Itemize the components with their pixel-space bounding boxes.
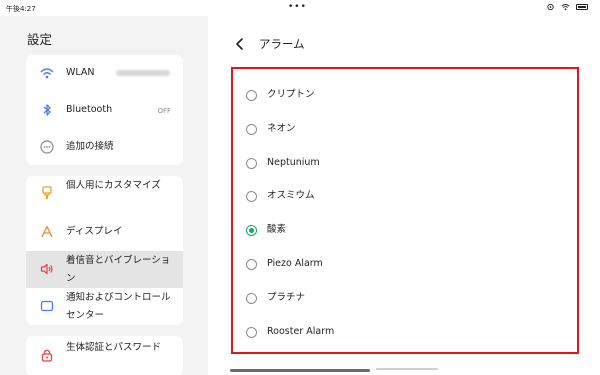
settings-sidebar: 設定 WLAN Bluetooth OFF 追加の接続 個人用にカスタマイズ デ…: [0, 16, 208, 375]
sidebar-item-additional-connections[interactable]: 追加の接続: [26, 129, 183, 165]
radio-unchecked-icon[interactable]: [246, 90, 257, 101]
lock-icon: [41, 349, 53, 362]
radio-checked-icon[interactable]: [246, 225, 257, 237]
display-icon: [41, 225, 53, 238]
sidebar-item-sound-vibration[interactable]: 着信音とバイブレーション: [26, 251, 183, 288]
sidebar-item-label: 通知およびコントロールセンター: [66, 292, 171, 321]
sidebar-item-bluetooth[interactable]: Bluetooth OFF: [26, 92, 183, 128]
sidebar-item-wlan[interactable]: WLAN: [26, 55, 183, 91]
wifi-icon: [561, 4, 570, 11]
notification-icon: [40, 300, 54, 312]
radio-unchecked-icon[interactable]: [246, 326, 257, 338]
bluetooth-status: OFF: [157, 107, 171, 115]
status-bar: 午後4:27 •••: [0, 0, 600, 16]
alarm-option-label: オスミウム: [267, 190, 315, 202]
alarm-option[interactable]: ネオン: [246, 118, 566, 142]
battery-icon: [576, 4, 588, 10]
radio-unchecked-icon[interactable]: [246, 292, 257, 304]
sidebar-item-customize[interactable]: 個人用にカスタマイズ: [26, 176, 183, 214]
alarm-option-label: Rooster Alarm: [267, 325, 335, 337]
alarm-option-label: Neptunium: [267, 156, 320, 168]
security-card: 生体認証とパスワード: [26, 336, 183, 375]
sidebar-item-label: 着信音とバイブレーション: [66, 255, 171, 284]
alarm-option[interactable]: Neptunium: [246, 152, 566, 176]
sidebar-item-label: 生体認証とパスワード: [66, 342, 162, 353]
alarm-option-label: ネオン: [267, 122, 296, 134]
radio-unchecked-icon[interactable]: [246, 123, 257, 135]
alarm-option[interactable]: Rooster Alarm: [246, 321, 566, 345]
radio-unchecked-icon[interactable]: [246, 157, 257, 169]
alarm-option[interactable]: クリプトン: [246, 84, 566, 108]
connections-card: WLAN Bluetooth OFF 追加の接続: [26, 55, 183, 165]
bluetooth-icon: [43, 104, 51, 116]
alarm-option-label: プラチナ: [267, 291, 306, 303]
alarm-detail-pane: アラーム クリプトンネオン Neptunium オスミウム酸素 Piezo Alarm…: [208, 16, 600, 375]
radio-unchecked-icon[interactable]: [246, 191, 257, 203]
sidebar-item-biometrics-password[interactable]: 生体認証とパスワード: [26, 336, 183, 375]
status-icons: [546, 3, 588, 11]
page-title: アラーム: [259, 37, 305, 51]
connection-icon: [40, 140, 54, 154]
wlan-network-name: [116, 70, 170, 76]
alarm-option[interactable]: オスミウム: [246, 185, 566, 209]
sidebar-item-notifications[interactable]: 通知およびコントロールセンター: [26, 288, 183, 325]
sidebar-item-label: ディスプレイ: [66, 226, 123, 237]
radio-unchecked-icon[interactable]: [246, 259, 257, 270]
settings-title: 設定: [27, 32, 53, 47]
alarm-option[interactable]: Piezo Alarm: [246, 253, 566, 277]
speaker-icon: [40, 263, 53, 275]
cast-icon: [547, 3, 554, 11]
scroll-indicator[interactable]: [376, 368, 438, 370]
wifi-icon: [40, 68, 54, 79]
home-indicator[interactable]: [230, 369, 370, 372]
alarm-option-label: クリプトン: [267, 89, 315, 100]
paint-brush-icon: [42, 186, 52, 199]
status-time: 午後4:27: [6, 5, 36, 13]
alarm-option-label: Piezo Alarm: [267, 258, 323, 269]
alarm-option[interactable]: プラチナ: [246, 287, 566, 311]
alarm-option-label: 酸素: [267, 224, 287, 236]
display-sound-card: 個人用にカスタマイズ ディスプレイ 着信音とバイブレーション 通知およびコントロ…: [26, 176, 183, 325]
multitask-dots[interactable]: •••: [288, 3, 307, 12]
alarm-options-highlight: [231, 67, 579, 354]
back-arrow-icon[interactable]: [232, 36, 246, 52]
sidebar-item-label: 個人用にカスタマイズ: [66, 180, 161, 191]
alarm-option[interactable]: 酸素: [246, 219, 566, 243]
sidebar-item-display[interactable]: ディスプレイ: [26, 214, 183, 251]
sidebar-item-label: 追加の接続: [66, 141, 114, 152]
